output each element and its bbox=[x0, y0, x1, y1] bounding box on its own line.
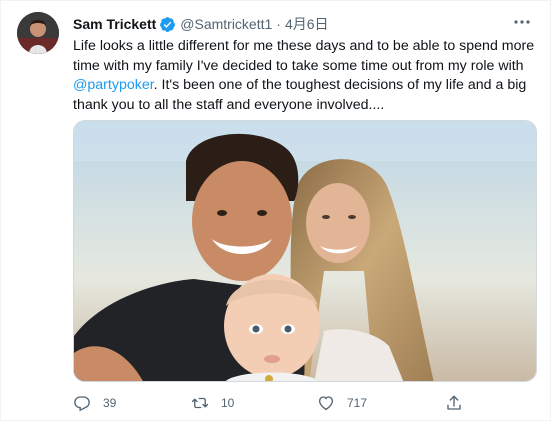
tweet-actions: 39 10 717 bbox=[73, 394, 473, 414]
more-dots-icon bbox=[514, 20, 530, 24]
tweet-text: Life looks a little different for me the… bbox=[73, 37, 538, 115]
tweet-card[interactable]: Sam Trickett @Samtrickett1 · 4月6日 Life l… bbox=[0, 0, 551, 421]
more-options-button[interactable] bbox=[512, 15, 532, 29]
retweet-count: 10 bbox=[221, 396, 235, 410]
mention-link[interactable]: @partypoker bbox=[73, 77, 154, 93]
like-count: 717 bbox=[347, 396, 368, 410]
reply-button[interactable]: 39 bbox=[73, 394, 116, 412]
share-icon bbox=[447, 395, 461, 410]
family-photo-image bbox=[74, 121, 536, 381]
author-handle[interactable]: @Samtrickett1 bbox=[180, 16, 272, 32]
retweet-button[interactable]: 10 bbox=[191, 394, 234, 412]
avatar-image bbox=[17, 12, 59, 54]
tweet-text-part1: Life looks a little different for me the… bbox=[73, 38, 535, 74]
tweet-photo[interactable] bbox=[73, 120, 537, 382]
retweet-icon bbox=[191, 397, 209, 409]
tweet-date[interactable]: 4月6日 bbox=[285, 14, 329, 34]
separator-dot: · bbox=[276, 16, 281, 32]
share-button[interactable] bbox=[445, 394, 463, 412]
tweet-header: Sam Trickett @Samtrickett1 · 4月6日 bbox=[73, 14, 329, 34]
author-name[interactable]: Sam Trickett bbox=[73, 16, 156, 32]
reply-count: 39 bbox=[103, 396, 117, 410]
verified-badge-icon bbox=[159, 16, 176, 33]
avatar[interactable] bbox=[17, 12, 59, 54]
like-icon bbox=[318, 396, 334, 411]
like-button[interactable]: 717 bbox=[317, 394, 367, 412]
reply-icon bbox=[74, 396, 90, 412]
